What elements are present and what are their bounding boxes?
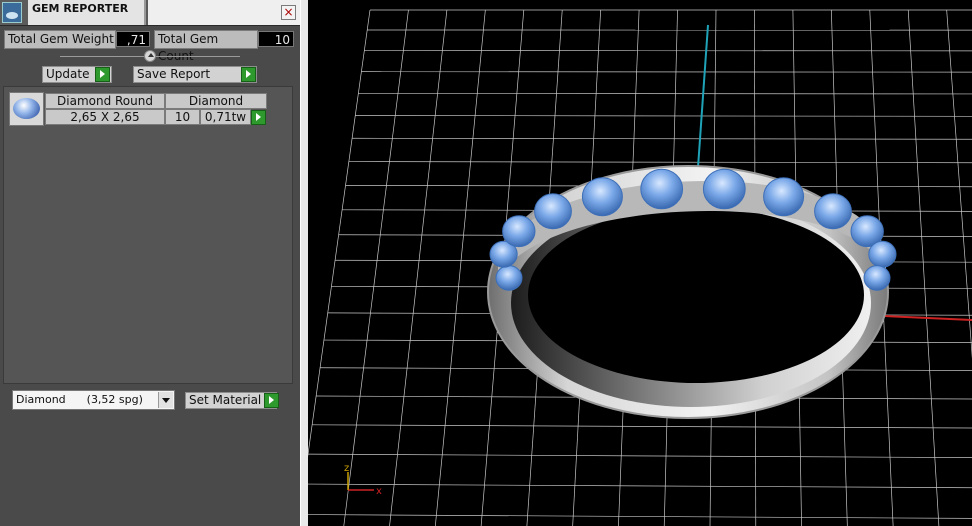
chevron-down-icon[interactable] bbox=[158, 392, 173, 408]
gem-size-cell[interactable]: 2,65 X 2,65 bbox=[45, 109, 165, 125]
gem-list bbox=[3, 86, 293, 384]
gem-reporter-panel: GEM REPORTER × Total Gem Weight ,71 Tota… bbox=[0, 0, 300, 526]
close-button[interactable]: × bbox=[281, 5, 296, 20]
gem-stone bbox=[814, 193, 852, 230]
gem-stone bbox=[502, 215, 536, 248]
save-report-button-label: Save Report bbox=[137, 67, 211, 81]
gizmo-x-label: x bbox=[376, 486, 382, 497]
total-gem-count-label: Total Gem Count bbox=[154, 30, 258, 63]
panel-divider[interactable] bbox=[300, 0, 308, 526]
ring-hole bbox=[528, 207, 864, 383]
gem-stone bbox=[868, 240, 897, 268]
viewport-canvas[interactable]: x z bbox=[308, 0, 972, 526]
save-report-button[interactable]: Save Report bbox=[133, 66, 257, 83]
round-diamond-icon[interactable] bbox=[9, 92, 44, 126]
material-select-value: Diamond (3,52 spg) bbox=[16, 393, 143, 406]
gem-row-go-icon[interactable] bbox=[251, 110, 266, 125]
gem-reporter-app-icon bbox=[2, 2, 22, 23]
set-material-go-icon[interactable] bbox=[264, 393, 279, 408]
total-gem-count-value: 10 bbox=[258, 31, 294, 47]
gem-weight-cell[interactable]: 0,71tw bbox=[200, 109, 251, 125]
gem-cut-cell[interactable]: Diamond Round bbox=[45, 93, 165, 109]
total-gem-weight-value: ,71 bbox=[116, 31, 150, 47]
3d-viewport[interactable]: x z bbox=[308, 0, 972, 526]
gem-count-cell[interactable]: 10 bbox=[165, 109, 200, 125]
update-go-icon[interactable] bbox=[95, 67, 110, 82]
gem-stone bbox=[640, 168, 684, 210]
gem-stone bbox=[581, 177, 623, 217]
set-material-button-label: Set Material bbox=[189, 393, 262, 407]
gem-stone bbox=[702, 168, 746, 210]
material-select[interactable]: Diamond (3,52 spg) bbox=[12, 390, 175, 410]
save-report-go-icon[interactable] bbox=[241, 67, 256, 82]
gem-stone bbox=[863, 265, 891, 291]
gem-stone bbox=[495, 265, 523, 291]
title-bar-fill bbox=[148, 0, 300, 25]
gem-stone bbox=[534, 193, 572, 230]
collapse-toggle[interactable] bbox=[144, 50, 156, 62]
gem-material-cell[interactable]: Diamond bbox=[165, 93, 267, 109]
gem-stone bbox=[763, 177, 805, 217]
update-button-label: Update bbox=[46, 67, 90, 81]
title-bar: GEM REPORTER × bbox=[0, 0, 300, 26]
window-title: GEM REPORTER bbox=[28, 0, 146, 25]
gizmo-z-label: z bbox=[344, 463, 349, 474]
total-gem-weight-label: Total Gem Weight bbox=[4, 30, 116, 49]
